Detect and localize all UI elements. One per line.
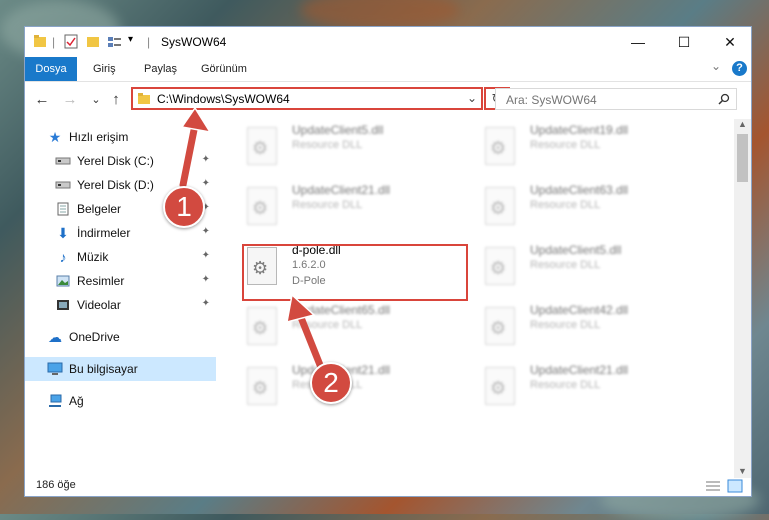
step-badge-1: 1	[163, 186, 205, 228]
annotation-arrows	[179, 106, 326, 374]
step-badge-2: 2	[310, 362, 352, 404]
